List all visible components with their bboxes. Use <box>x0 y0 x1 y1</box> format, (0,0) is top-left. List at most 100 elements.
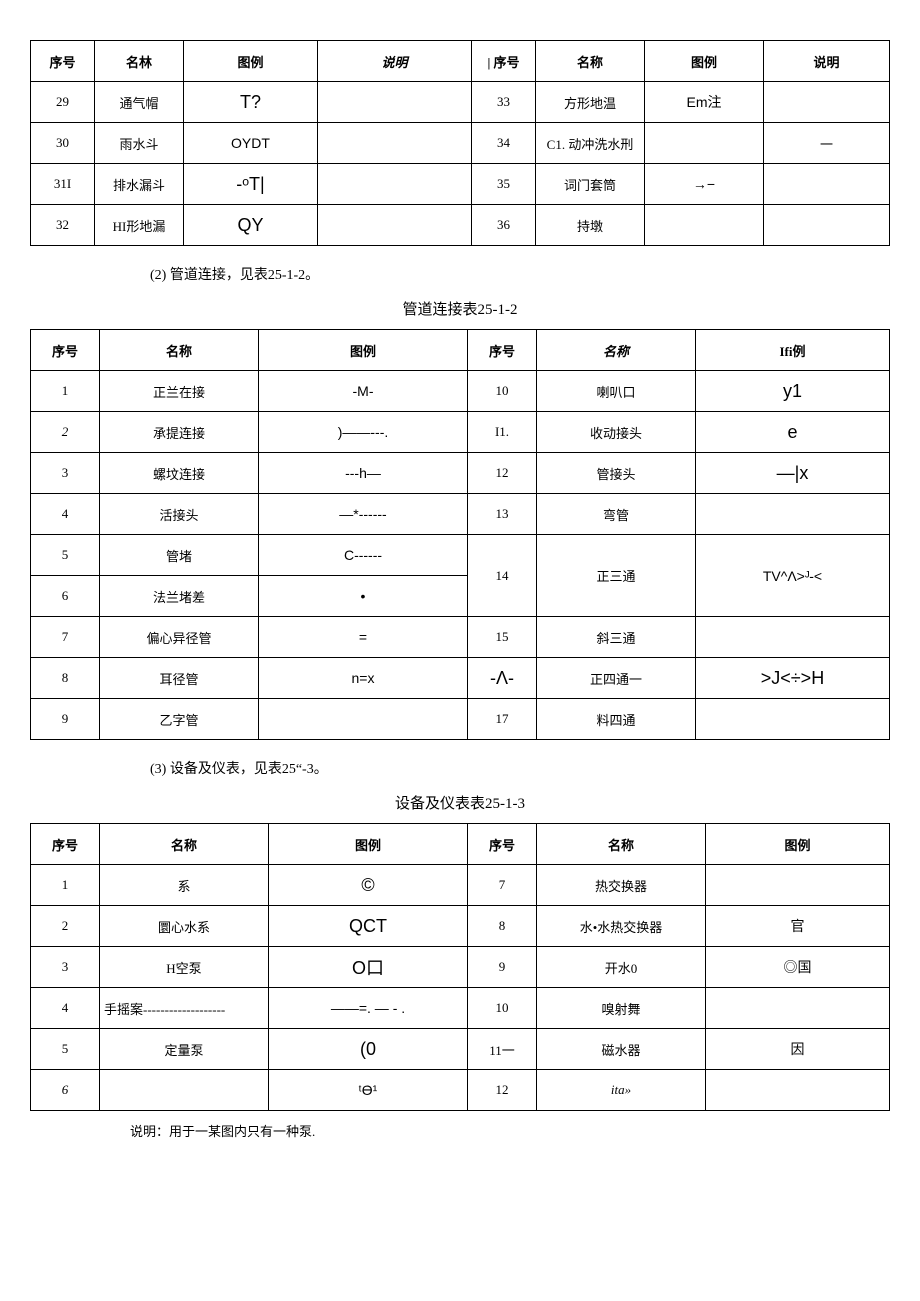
t2-r7-no: 17 <box>468 699 537 740</box>
t1-r1-no: 34 <box>472 123 536 164</box>
t1-h-no-l: 序号 <box>31 41 95 82</box>
table-row: 2 承提连接 )——---. I1. 收动接头 e <box>31 412 890 453</box>
t3-h-sym-r: 图例 <box>706 824 890 865</box>
footnote: 说明：用于一某图内只有一种泵. <box>130 1121 890 1140</box>
t3-r4-sym: 因 <box>706 1029 890 1070</box>
t1-l1-sym: OYDT <box>184 123 318 164</box>
t2-l1-name: 承提连接 <box>100 412 259 453</box>
t1-l3-sym: QY <box>184 205 318 246</box>
t1-r1-sym <box>645 123 764 164</box>
t2-l7-name: 耳径管 <box>100 658 259 699</box>
t2-r4-sym: TV^Λ>ᴶ-< <box>696 535 890 617</box>
t2-l3-name: 活接头 <box>100 494 259 535</box>
t3-l0-name: 系 <box>100 865 269 906</box>
t2-r3-sym <box>696 494 890 535</box>
t2-h-no-r: 序号 <box>468 330 537 371</box>
t3-l0-sym: © <box>269 865 468 906</box>
t3-r0-no: 7 <box>468 865 537 906</box>
t3-r3-name: 嗅射舞 <box>537 988 706 1029</box>
table-row: 32 HI形地漏 QY 36 持墩 <box>31 205 890 246</box>
table-row: 6 ᵗƟ¹ 12 ita» <box>31 1070 890 1111</box>
t3-r2-sym: ◎国 <box>706 947 890 988</box>
table-row: 1 系 © 7 热交换器 <box>31 865 890 906</box>
t1-l0-desc <box>318 82 472 123</box>
t1-l0-sym: T? <box>184 82 318 123</box>
section3-note: (3) 设备及仪表，见表25“-3。 <box>150 758 890 778</box>
t3-r4-no: 11一 <box>468 1029 537 1070</box>
t1-h-desc-r: 说明 <box>764 41 890 82</box>
t1-r0-no: 33 <box>472 82 536 123</box>
t3-r2-no: 9 <box>468 947 537 988</box>
t1-r2-no: 35 <box>472 164 536 205</box>
t2-r0-name: 喇叭口 <box>537 371 696 412</box>
t1-h-name-l: 名林 <box>95 41 184 82</box>
t2-r2-name: 管接头 <box>537 453 696 494</box>
t3-r5-sym <box>706 1070 890 1111</box>
t2-r2-no: 12 <box>468 453 537 494</box>
t2-r5-sym <box>696 617 890 658</box>
table-row: 5 定量泵 (0 11一 磁水器 因 <box>31 1029 890 1070</box>
t3-r5-no: 12 <box>468 1070 537 1111</box>
t3-r4-name: 磁水器 <box>537 1029 706 1070</box>
table-row: 5 管堵 C------ 14 正三通 TV^Λ>ᴶ-< <box>31 535 890 576</box>
t3-l3-name: 手摇案------------------- <box>100 988 269 1029</box>
t1-r3-desc <box>764 205 890 246</box>
t1-l0-no: 29 <box>31 82 95 123</box>
t1-l2-desc <box>318 164 472 205</box>
t1-r3-sym <box>645 205 764 246</box>
t1-l3-name: HI形地漏 <box>95 205 184 246</box>
t2-r1-sym: e <box>696 412 890 453</box>
t2-l0-name: 正兰在接 <box>100 371 259 412</box>
t3-h-name-r: 名称 <box>537 824 706 865</box>
t3-r1-sym: 官 <box>706 906 890 947</box>
t1-l3-desc <box>318 205 472 246</box>
t1-h-sym-r: 图例 <box>645 41 764 82</box>
t3-l2-name: H空泵 <box>100 947 269 988</box>
t1-l0-name: 通气帽 <box>95 82 184 123</box>
table-row: 4 活接头 —*------ 13 弯管 <box>31 494 890 535</box>
t2-l6-name: 偏心异径管 <box>100 617 259 658</box>
t2-l7-no: 8 <box>31 658 100 699</box>
t2-r6-name: 正四通一 <box>537 658 696 699</box>
t2-r3-name: 弯管 <box>537 494 696 535</box>
t1-r2-name: 词门套筒 <box>536 164 645 205</box>
t2-l5-no: 6 <box>31 576 100 617</box>
t3-l1-name: 圜心水系 <box>100 906 269 947</box>
t2-r0-sym: y1 <box>696 371 890 412</box>
t2-l8-no: 9 <box>31 699 100 740</box>
t2-l3-no: 4 <box>31 494 100 535</box>
t3-l5-sym: ᵗƟ¹ <box>269 1070 468 1111</box>
t2-r4-no: 14 <box>468 535 537 617</box>
table-row: 4 手摇案------------------- ——=. — - . 10 嗅… <box>31 988 890 1029</box>
t3-r1-name: 水•水热交换器 <box>537 906 706 947</box>
t2-r7-sym <box>696 699 890 740</box>
table-row: 31I 排水漏斗 -ᵒT| 35 词门套筒 →− <box>31 164 890 205</box>
t2-r5-name: 斜三通 <box>537 617 696 658</box>
t3-h-sym-l: 图例 <box>269 824 468 865</box>
t1-r0-desc <box>764 82 890 123</box>
t2-l1-no: 2 <box>31 412 100 453</box>
t3-l5-no: 6 <box>31 1070 100 1111</box>
t2-r4-name: 正三通 <box>537 535 696 617</box>
t3-l1-no: 2 <box>31 906 100 947</box>
t3-h-no-r: 序号 <box>468 824 537 865</box>
t2-l2-name: 螺坟连接 <box>100 453 259 494</box>
t2-l5-name: 法兰堵差 <box>100 576 259 617</box>
table-row: 2 圜心水系 QCT 8 水•水热交换器 官 <box>31 906 890 947</box>
table-row: 9 乙字管 17 料四通 <box>31 699 890 740</box>
t2-l7-sym: n=x <box>259 658 468 699</box>
t3-h-no-l: 序号 <box>31 824 100 865</box>
t1-l2-sym: -ᵒT| <box>184 164 318 205</box>
t1-l1-name: 雨水斗 <box>95 123 184 164</box>
table-row: 3 螺坟连接 ---h— 12 管接头 —|x <box>31 453 890 494</box>
t3-r2-name: 开水0 <box>537 947 706 988</box>
t1-h-name-r: 名称 <box>536 41 645 82</box>
t2-l0-no: 1 <box>31 371 100 412</box>
t2-l2-no: 3 <box>31 453 100 494</box>
section2-caption: 管道连接表25-1-2 <box>30 298 890 319</box>
table-2: 序号 名称 图例 序号 名称 Ifi例 1 正兰在接 -M- 10 喇叭口 y1… <box>30 329 890 740</box>
t2-h-sym-l: 图例 <box>259 330 468 371</box>
t2-l8-name: 乙字管 <box>100 699 259 740</box>
t2-l5-sym: • <box>259 576 468 617</box>
t1-r1-name: C1. 动冲洗水刑 <box>536 123 645 164</box>
